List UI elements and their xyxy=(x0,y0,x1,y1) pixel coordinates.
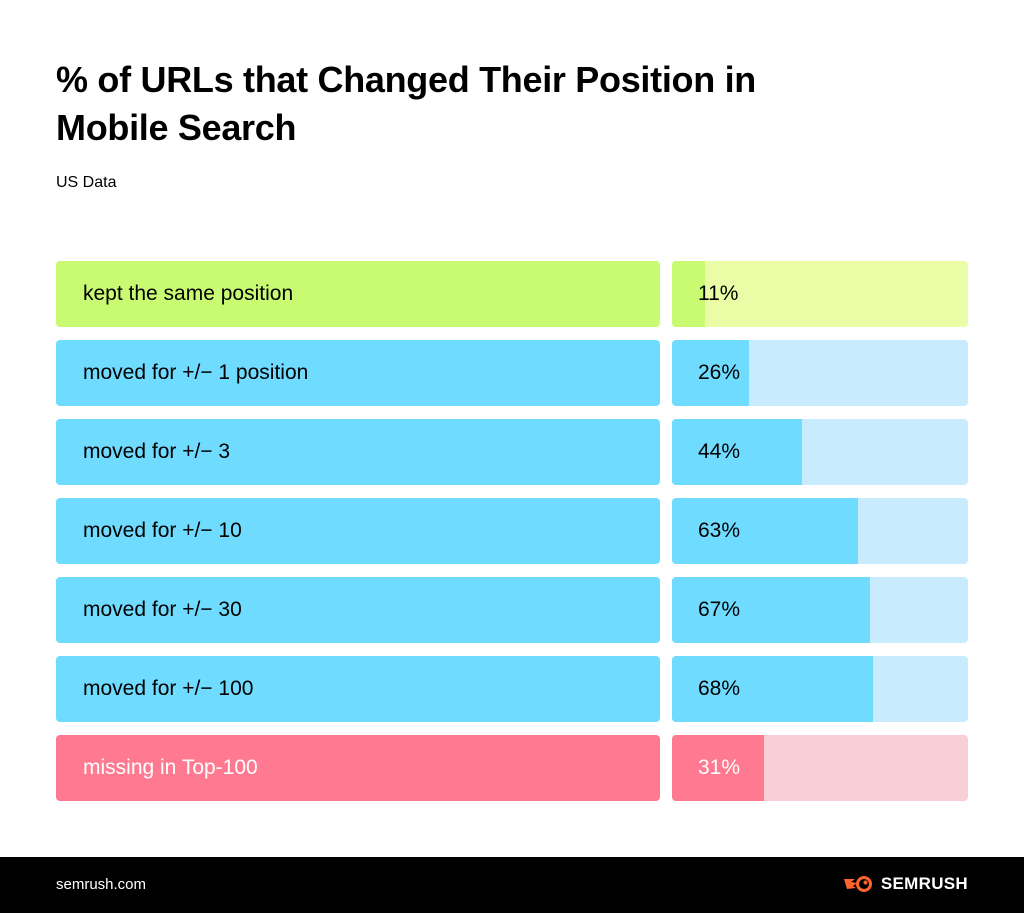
bar-row: moved for +/− 10 63% xyxy=(56,498,968,564)
value-label: 63% xyxy=(698,519,741,542)
bar-track: 26% xyxy=(672,340,968,406)
bar-row: moved for +/− 1 position 26% xyxy=(56,340,968,406)
value-label: 68% xyxy=(698,677,741,700)
category-label: moved for +/− 30 xyxy=(56,577,660,643)
bar-row: missing in Top-100 31% xyxy=(56,735,968,801)
category-label: moved for +/− 3 xyxy=(56,419,660,485)
value-label: 31% xyxy=(698,756,741,779)
footer-url[interactable]: semrush.com xyxy=(56,876,146,894)
bar-track: 31% xyxy=(672,735,968,801)
bar-rows: kept the same position 11% moved for +/− 1… xyxy=(56,261,968,814)
semrush-fireball-icon xyxy=(843,876,872,892)
value-label: 26% xyxy=(698,361,741,384)
bar-track: 68% xyxy=(672,656,968,722)
bar-track: 44% xyxy=(672,419,968,485)
bar-row: moved for +/− 100 68% xyxy=(56,656,968,722)
chart-subtitle: US Data xyxy=(56,174,117,191)
brand-name: SEMRUSH xyxy=(880,874,968,893)
category-label: moved for +/− 100 xyxy=(56,656,660,722)
category-label: moved for +/− 10 xyxy=(56,498,660,564)
category-label: missing in Top-100 xyxy=(56,735,660,801)
bar-row: kept the same position 11% xyxy=(56,261,968,327)
bar-track: 67% xyxy=(672,577,968,643)
bar-track: 63% xyxy=(672,498,968,564)
brand-logo: SEMRUSH xyxy=(843,874,968,894)
bar-row: moved for +/− 30 67% xyxy=(56,577,968,643)
chart-title: % of URLs that Changed Their Position in… xyxy=(56,59,757,148)
bar-track: 11% xyxy=(672,261,968,327)
footer: semrush.com SEMRUSH xyxy=(0,857,1024,913)
value-label: 67% xyxy=(698,598,741,621)
value-label: 44% xyxy=(698,440,741,463)
value-label: 11% xyxy=(698,282,739,305)
bar-row: moved for +/− 3 44% xyxy=(56,419,968,485)
category-label: kept the same position xyxy=(56,261,660,327)
category-label: moved for +/− 1 position xyxy=(56,340,660,406)
